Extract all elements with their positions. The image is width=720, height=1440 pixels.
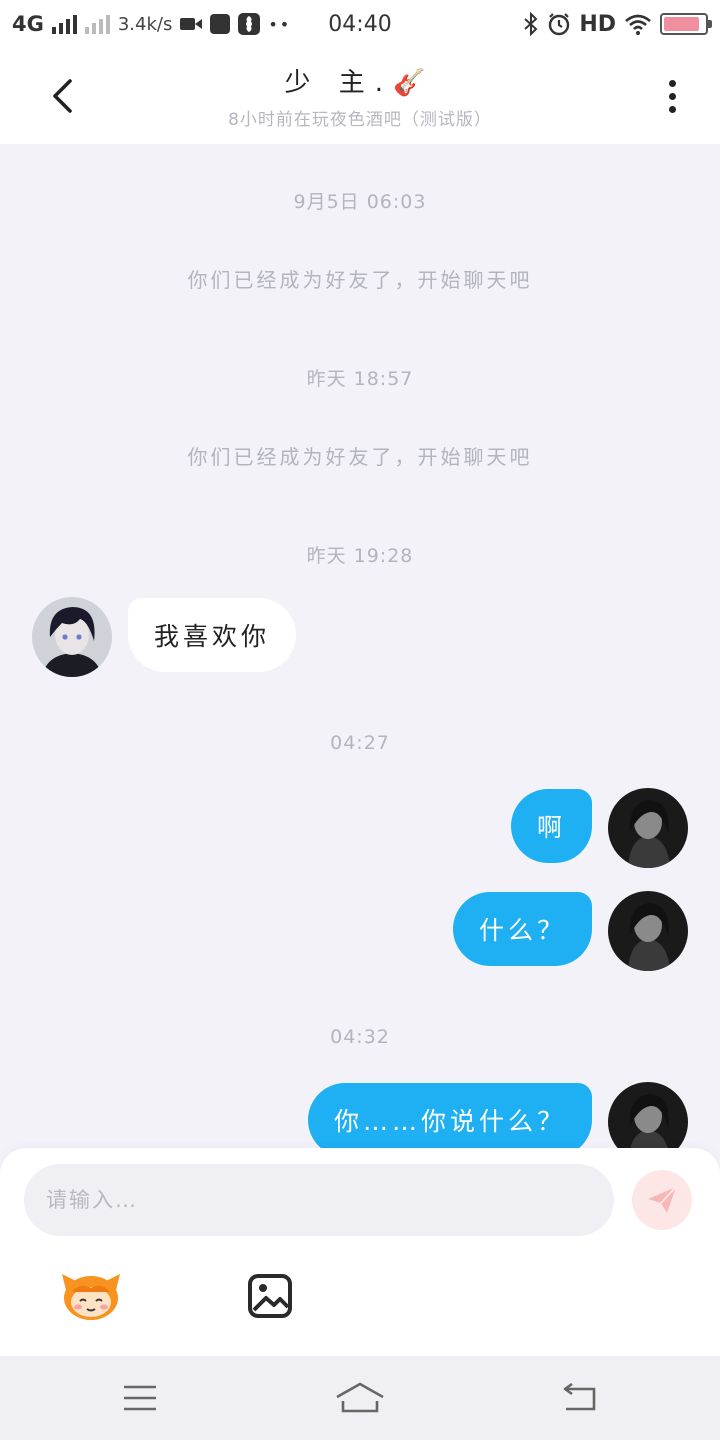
return-icon bbox=[563, 1383, 596, 1411]
nav-home-button[interactable] bbox=[330, 1378, 390, 1418]
send-button[interactable] bbox=[632, 1170, 692, 1230]
signal-icon bbox=[51, 14, 77, 34]
alarm-icon bbox=[549, 13, 570, 36]
timestamp: 昨天 18:57 bbox=[306, 368, 414, 390]
system-navigation-bar bbox=[0, 1356, 720, 1440]
back-button[interactable] bbox=[40, 74, 84, 118]
status-left: 4G 3.4k/s •• bbox=[12, 12, 312, 36]
video-icon bbox=[180, 18, 203, 30]
signal-secondary-icon bbox=[84, 14, 110, 34]
timestamp: 昨天 19:28 bbox=[306, 545, 414, 567]
battery-icon bbox=[660, 13, 712, 35]
outgoing-message-bubble[interactable]: 什么？ bbox=[452, 892, 592, 966]
message-list[interactable]: 9月5日 06:03 你们已经成为好友了，开始聊天吧 昨天 18:57 你们已经… bbox=[0, 144, 720, 1154]
title-block: 少 主.🎸 8小时前在玩夜色酒吧（测试版） bbox=[228, 62, 492, 130]
my-avatar-image bbox=[608, 788, 688, 868]
contact-avatar[interactable] bbox=[32, 597, 112, 677]
menu-icon bbox=[124, 1385, 156, 1411]
more-notifications-icon: •• bbox=[268, 14, 292, 34]
timestamp: 04:32 bbox=[330, 1026, 390, 1048]
hd-indicator: HD bbox=[579, 11, 616, 37]
home-icon bbox=[336, 1382, 384, 1413]
sticker-mascot-icon[interactable] bbox=[60, 1270, 122, 1322]
my-avatar[interactable] bbox=[608, 891, 688, 971]
message-input[interactable] bbox=[24, 1164, 614, 1236]
system-message: 你们已经成为好友了，开始聊天吧 bbox=[187, 268, 533, 292]
incoming-message-bubble[interactable]: 我喜欢你 bbox=[128, 598, 297, 672]
contact-name: 少 主.🎸 bbox=[284, 68, 436, 98]
nav-menu-button[interactable] bbox=[110, 1378, 170, 1418]
outgoing-message-bubble[interactable]: 啊 bbox=[510, 789, 592, 863]
status-right: HD bbox=[523, 11, 712, 37]
system-message: 你们已经成为好友了，开始聊天吧 bbox=[187, 445, 533, 469]
wifi-icon bbox=[625, 14, 651, 35]
dot-icon bbox=[668, 92, 676, 100]
fan-icon bbox=[238, 13, 261, 35]
contact-status: 8小时前在玩夜色酒吧（测试版） bbox=[228, 110, 492, 130]
my-avatar[interactable] bbox=[608, 1082, 688, 1154]
network-type: 4G bbox=[12, 12, 44, 36]
outgoing-message-bubble[interactable]: 你……你说什么？ bbox=[307, 1083, 592, 1154]
status-bar: 4G 3.4k/s •• 04:40 HD bbox=[0, 0, 720, 48]
bluetooth-icon bbox=[524, 12, 538, 36]
my-avatar-image bbox=[608, 891, 688, 971]
dot-icon bbox=[668, 105, 676, 113]
nav-back-button[interactable] bbox=[550, 1378, 610, 1418]
my-avatar-image bbox=[608, 1082, 688, 1154]
app-notification-icon bbox=[210, 14, 231, 34]
paper-plane-icon bbox=[648, 1186, 677, 1213]
chat-header: 少 主.🎸 8小时前在玩夜色酒吧（测试版） bbox=[0, 48, 720, 144]
message-composer bbox=[0, 1148, 720, 1356]
timestamp: 9月5日 06:03 bbox=[293, 191, 427, 213]
dot-icon bbox=[668, 79, 676, 87]
timestamp: 04:27 bbox=[330, 732, 390, 754]
network-speed: 3.4k/s bbox=[117, 13, 173, 35]
contact-avatar-image bbox=[32, 597, 112, 677]
my-avatar[interactable] bbox=[608, 788, 688, 868]
chevron-left-icon bbox=[53, 79, 72, 113]
image-picker-icon[interactable] bbox=[246, 1272, 294, 1320]
more-options-button[interactable] bbox=[650, 74, 694, 118]
